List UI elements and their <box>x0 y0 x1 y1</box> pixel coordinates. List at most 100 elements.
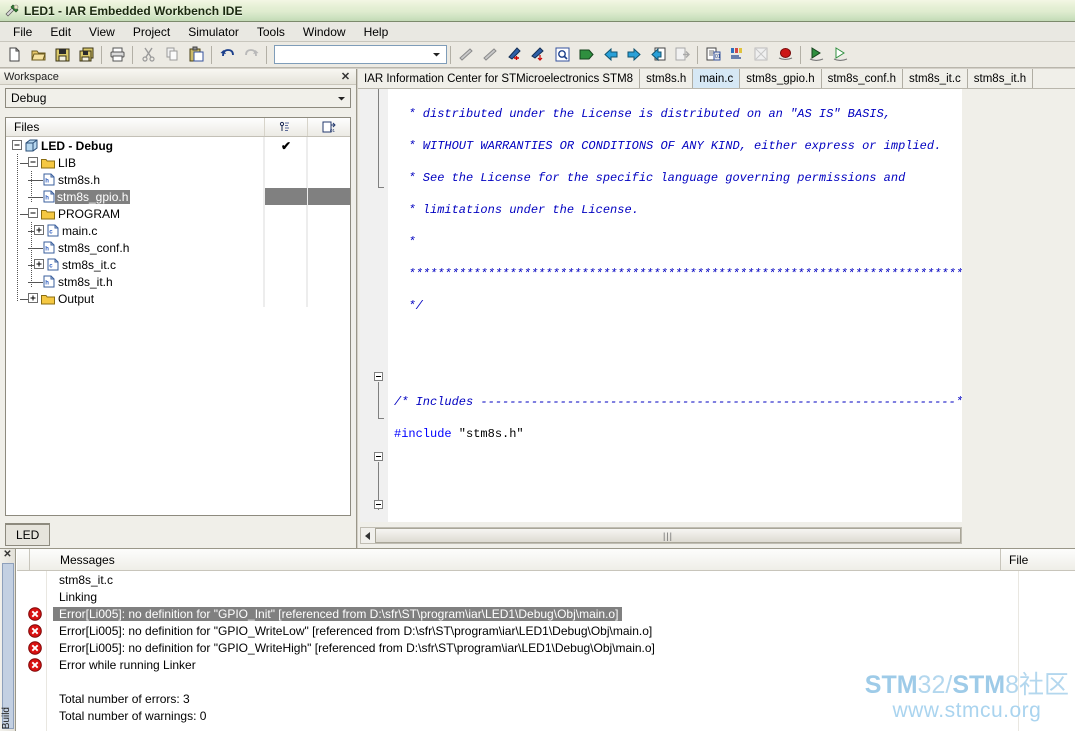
stop-build-button[interactable] <box>646 44 670 66</box>
scroll-left-icon[interactable] <box>361 528 375 543</box>
replace-button[interactable] <box>526 44 550 66</box>
menu-project[interactable]: Project <box>124 23 179 41</box>
workspace-panel: Workspace ✕ Debug Files 01 LED - Debug ✔… <box>0 69 357 548</box>
build-status-icon: 01 <box>307 118 350 136</box>
message-row-error-gpio-init[interactable]: Error[Li005]: no definition for "GPIO_In… <box>17 605 1075 622</box>
code-text[interactable]: * distributed under the License is distr… <box>388 89 962 522</box>
fold-margin[interactable] <box>360 89 388 522</box>
go-button[interactable] <box>804 44 828 66</box>
code-line: /* Includes ----------------------------… <box>388 394 962 410</box>
step-button[interactable] <box>828 44 852 66</box>
message-row[interactable]: Linking <box>17 588 1075 605</box>
tree-check-cell <box>264 188 307 205</box>
tab-main-c[interactable]: main.c <box>693 69 741 88</box>
build-configuration-combo[interactable]: Debug <box>5 88 351 108</box>
next-error-button[interactable] <box>670 44 694 66</box>
find-in-files-button[interactable] <box>550 44 574 66</box>
redo-button[interactable] <box>239 44 263 66</box>
stop-debugger-button[interactable] <box>773 44 797 66</box>
open-file-button[interactable] <box>26 44 50 66</box>
message-row[interactable]: stm8s_it.c <box>17 571 1075 588</box>
toolbar-separator <box>211 45 212 64</box>
tree-guide-lines <box>17 154 32 302</box>
code-token: "stm8s.h" <box>451 427 524 441</box>
scrollbar-thumb[interactable]: ||| <box>375 528 961 543</box>
next-bookmark-button[interactable] <box>478 44 502 66</box>
title-bar: LED1 - IAR Embedded Workbench IDE <box>0 0 1075 22</box>
fold-end-mark <box>378 187 384 188</box>
message-row-error-gpio-writehigh[interactable]: Error[Li005]: no definition for "GPIO_Wr… <box>17 639 1075 656</box>
rebuild-all-button[interactable] <box>622 44 646 66</box>
code-pane[interactable]: * distributed under the License is distr… <box>360 89 962 522</box>
toolbar-separator <box>101 45 102 64</box>
project-tree[interactable]: Files 01 LED - Debug ✔ LIB h stm8s.h h s… <box>5 117 351 516</box>
scrollbar-grip: ||| <box>663 530 674 541</box>
undo-button[interactable] <box>215 44 239 66</box>
toolbar-separator <box>800 45 801 64</box>
toggle-bookmark-button[interactable] <box>454 44 478 66</box>
breakpoints-button[interactable] <box>749 44 773 66</box>
build-tab-strip[interactable] <box>2 563 14 729</box>
code-line: * <box>388 234 962 250</box>
print-button[interactable] <box>105 44 129 66</box>
menu-simulator[interactable]: Simulator <box>179 23 248 41</box>
tab-stm8s-it-h[interactable]: stm8s_it.h <box>967 69 1034 88</box>
chevron-down-icon <box>429 47 444 62</box>
tab-stm8s-it-c[interactable]: stm8s_it.c <box>903 69 968 88</box>
find-button[interactable] <box>502 44 526 66</box>
memory-window-button[interactable] <box>725 44 749 66</box>
save-button[interactable] <box>50 44 74 66</box>
message-text: Error[Li005]: no definition for "GPIO_Wr… <box>59 623 653 638</box>
editor-horizontal-scrollbar[interactable]: ||| <box>360 527 962 544</box>
close-icon[interactable]: ✕ <box>339 70 352 83</box>
code-line: #include "stm8s.h" <box>388 426 962 442</box>
code-line: */ <box>388 298 962 314</box>
workspace-tab-strip: LED <box>5 523 51 546</box>
code-token: ****************************************… <box>394 267 962 281</box>
tab-stm8s-h[interactable]: stm8s.h <box>640 69 694 88</box>
message-list[interactable]: stm8s_it.c Linking Error[Li005]: no defi… <box>17 571 1075 731</box>
tree-status-cell <box>307 256 350 273</box>
message-row[interactable] <box>17 673 1075 690</box>
workspace-tab-led[interactable]: LED <box>5 523 51 546</box>
menu-window[interactable]: Window <box>294 23 355 41</box>
menu-edit[interactable]: Edit <box>41 23 80 41</box>
menu-help[interactable]: Help <box>355 23 398 41</box>
build-message-panel: ✕ Build Messages File stm8s_it.c Linking <box>0 548 1075 731</box>
menu-view[interactable]: View <box>80 23 124 41</box>
cut-button[interactable] <box>136 44 160 66</box>
compile-button[interactable] <box>574 44 598 66</box>
menu-tools[interactable]: Tools <box>248 23 294 41</box>
message-text: Error[Li005]: no definition for "GPIO_In… <box>53 606 623 621</box>
code-line: ****************************************… <box>388 266 962 282</box>
window-title: LED1 - IAR Embedded Workbench IDE <box>24 3 243 18</box>
make-button[interactable] <box>598 44 622 66</box>
code-token: * WITHOUT WARRANTIES OR CONDITIONS OF AN… <box>394 139 942 153</box>
copy-button[interactable] <box>160 44 184 66</box>
save-all-button[interactable] <box>74 44 98 66</box>
editor-panel: IAR Information Center for STMicroelectr… <box>358 69 1075 548</box>
close-icon[interactable]: ✕ <box>0 549 15 561</box>
paste-button[interactable] <box>184 44 208 66</box>
message-row-linker-error[interactable]: Error while running Linker <box>17 656 1075 673</box>
fold-box-while <box>374 500 383 509</box>
tab-iar-information-center[interactable]: IAR Information Center for STMicroelectr… <box>358 69 641 88</box>
debug-log-button[interactable]: 01 <box>701 44 725 66</box>
menu-bar: File Edit View Project Simulator Tools W… <box>0 22 1075 42</box>
tab-stm8s-gpio-h[interactable]: stm8s_gpio.h <box>740 69 822 88</box>
tab-stm8s-conf-h[interactable]: stm8s_conf.h <box>821 69 904 88</box>
message-row-total-warnings[interactable]: Total number of warnings: 0 <box>17 707 1075 724</box>
tree-check-cell <box>264 154 307 171</box>
new-document-button[interactable] <box>2 44 26 66</box>
tree-check-cell <box>264 222 307 239</box>
message-text: stm8s_it.c <box>59 572 114 587</box>
error-icon <box>17 623 53 638</box>
toolbar-separator <box>132 45 133 64</box>
message-row-error-gpio-writelow[interactable]: Error[Li005]: no definition for "GPIO_Wr… <box>17 622 1075 639</box>
message-row-total-errors[interactable]: Total number of errors: 3 <box>17 690 1075 707</box>
fold-box-delay <box>374 372 383 381</box>
quick-search-combo[interactable] <box>274 45 447 64</box>
menu-file[interactable]: File <box>4 23 41 41</box>
